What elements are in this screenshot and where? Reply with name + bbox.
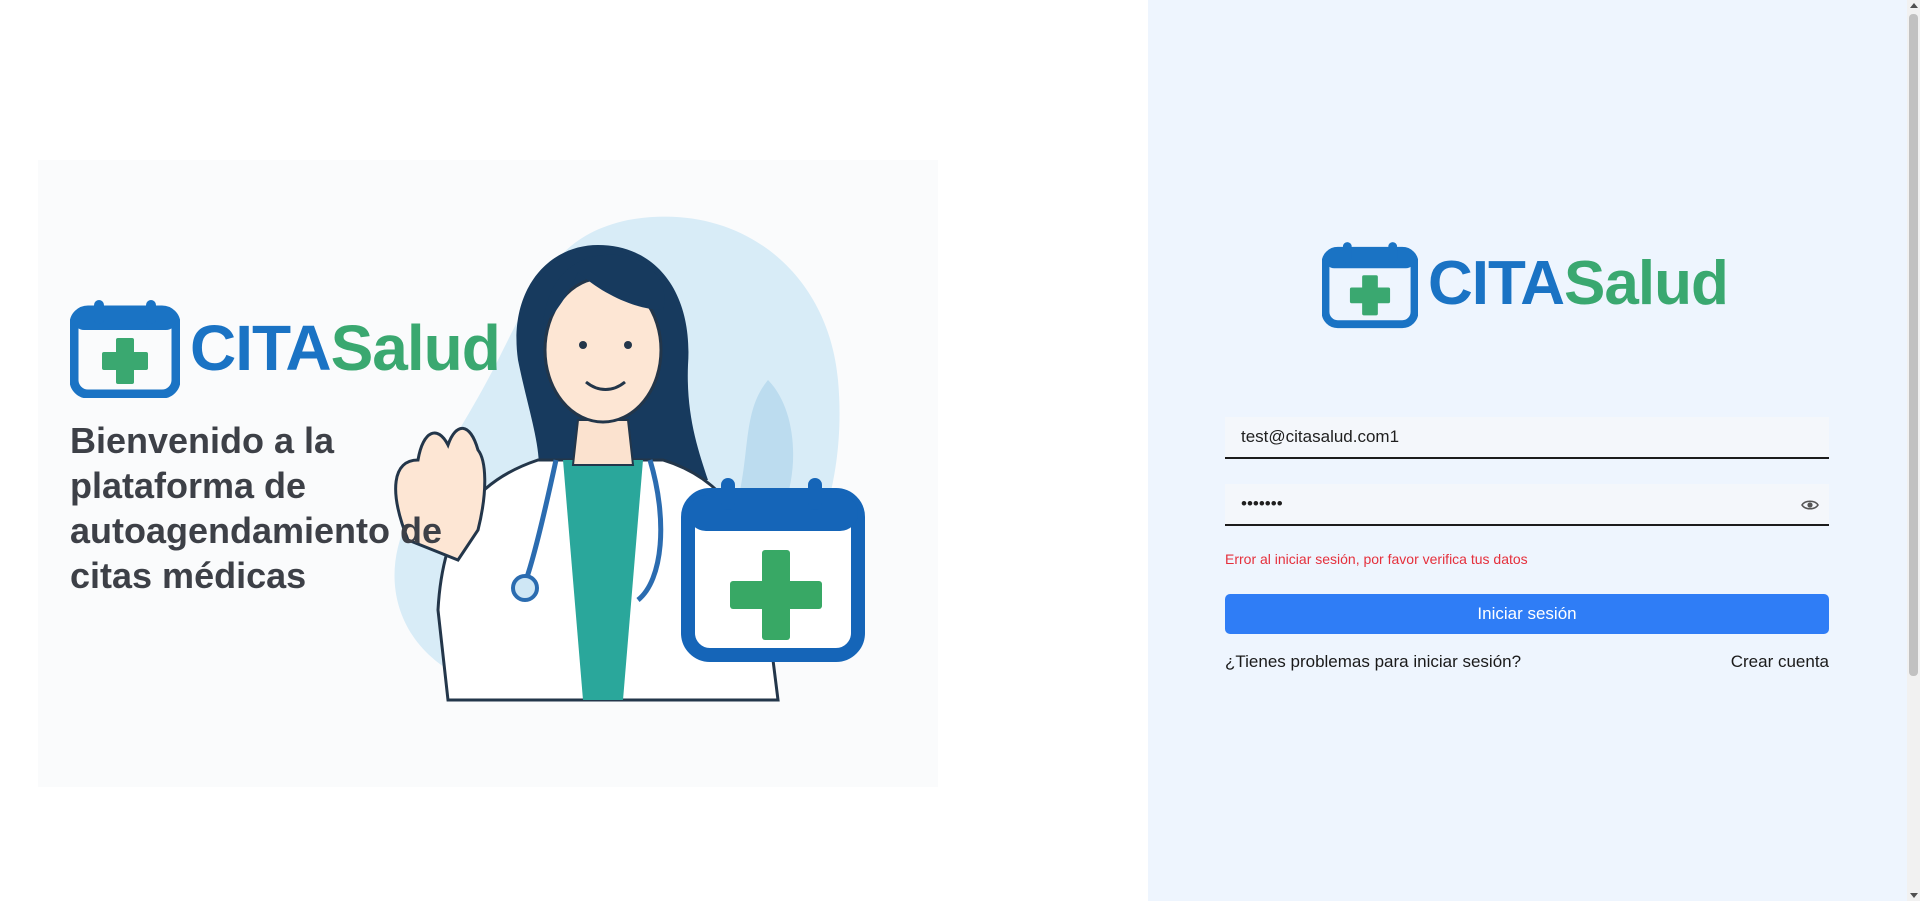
brand-logo: CITASalud bbox=[1322, 236, 1742, 332]
login-button[interactable]: Iniciar sesión bbox=[1225, 594, 1829, 634]
brand-logo-text: CITASalud bbox=[1428, 244, 1729, 324]
scroll-down-arrow-icon[interactable] bbox=[1910, 893, 1918, 898]
scrollbar[interactable] bbox=[1907, 0, 1920, 901]
logo-salud: Salud bbox=[1564, 249, 1729, 318]
calendar-plus-icon bbox=[70, 300, 180, 398]
logo-salud: Salud bbox=[330, 312, 501, 384]
email-input[interactable] bbox=[1225, 417, 1829, 457]
login-panel: CITASalud Error al iniciar sesión, por f… bbox=[1148, 0, 1907, 901]
password-input[interactable] bbox=[1225, 484, 1829, 524]
eye-icon[interactable] bbox=[1801, 498, 1819, 512]
hero-logo-text: CITASalud bbox=[190, 308, 501, 388]
create-account-link[interactable]: Crear cuenta bbox=[1731, 652, 1829, 672]
help-link[interactable]: ¿Tienes problemas para iniciar sesión? bbox=[1225, 652, 1521, 672]
welcome-text: Bienvenido a la plataforma de autoagenda… bbox=[70, 420, 443, 596]
scroll-up-arrow-icon[interactable] bbox=[1910, 3, 1918, 8]
calendar-plus-icon bbox=[1322, 242, 1418, 329]
logo-cita: CITA bbox=[190, 312, 332, 384]
scrollbar-thumb[interactable] bbox=[1909, 14, 1918, 676]
hero-banner: CITASalud Bienvenido a la plataforma de … bbox=[38, 160, 938, 787]
left-panel: CITASalud Bienvenido a la plataforma de … bbox=[0, 0, 1148, 901]
logo-cita: CITA bbox=[1428, 249, 1565, 318]
error-message: Error al iniciar sesión, por favor verif… bbox=[1225, 551, 1528, 567]
email-field bbox=[1225, 417, 1829, 459]
password-field bbox=[1225, 484, 1829, 526]
